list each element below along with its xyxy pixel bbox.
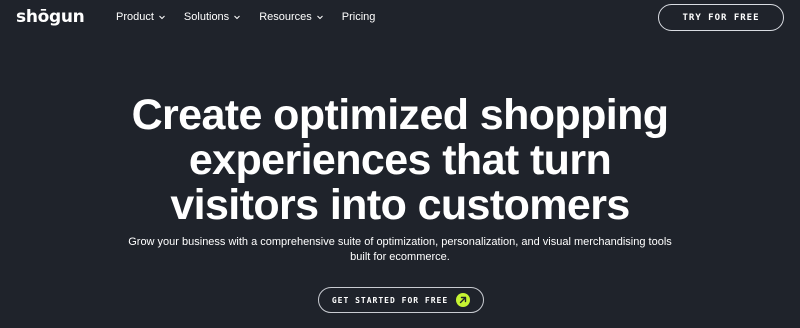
nav-item-resources[interactable]: Resources <box>259 11 324 23</box>
nav-item-label: Solutions <box>183 11 230 23</box>
nav-item-solutions[interactable]: Solutions <box>184 11 241 23</box>
nav-item-label: Pricing <box>341 11 376 23</box>
hero-title-line: Create optimized shopping <box>131 91 669 139</box>
chevron-down-icon <box>233 13 241 21</box>
arrow-up-right-icon <box>456 293 471 307</box>
get-started-button[interactable]: GET STARTED FOR FREE <box>318 287 484 313</box>
get-started-label: GET STARTED FOR FREE <box>331 295 449 305</box>
main-nav: Product Solutions Resources Pricing <box>116 11 375 23</box>
nav-item-pricing[interactable]: Pricing <box>342 11 376 23</box>
hero-subtitle-line: built for ecommerce. <box>350 251 450 263</box>
hero-subtitle-line: Grow your business with a comprehensive … <box>128 236 672 248</box>
hero-title-line: visitors into customers <box>170 181 630 229</box>
chevron-down-icon <box>158 13 166 21</box>
shogun-logo[interactable]: shōgun <box>16 7 85 27</box>
nav-item-label: Resources <box>259 11 312 23</box>
chevron-down-icon <box>316 13 324 21</box>
hero-title-line: experiences that turn <box>188 136 612 184</box>
top-navigation: shōgun Product Solutions Resources Prici… <box>0 0 800 36</box>
nav-item-label: Product <box>116 11 154 23</box>
hero-title: Create optimized shopping experiences th… <box>0 93 800 228</box>
nav-item-product[interactable]: Product <box>116 11 166 23</box>
hero-subtitle: Grow your business with a comprehensive … <box>0 235 800 265</box>
try-for-free-button[interactable]: TRY FOR FREE <box>658 4 784 31</box>
